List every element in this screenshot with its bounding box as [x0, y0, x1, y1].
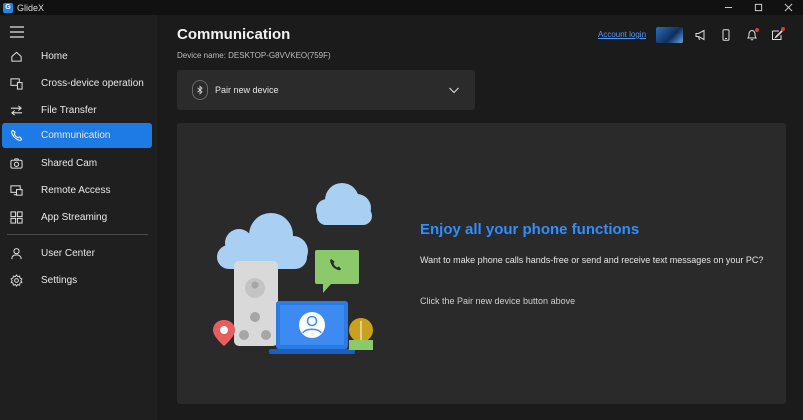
device-name: Device name: DESKTOP-G8VVKEO(759F) [177, 51, 331, 60]
mobile-device-icon[interactable] [719, 28, 733, 42]
pair-new-device-label: Pair new device [215, 85, 279, 95]
feedback-icon[interactable] [770, 27, 785, 42]
sidebar-item-label: User Center [41, 248, 95, 259]
announcement-icon[interactable] [694, 28, 708, 42]
user-icon [9, 247, 23, 261]
sidebar-item-label: Settings [41, 275, 78, 286]
maximize-button[interactable] [743, 0, 773, 15]
feature-heading: Enjoy all your phone functions [420, 221, 640, 238]
sidebar-item-label: Shared Cam [41, 158, 98, 169]
pair-new-device-dropdown[interactable]: Pair new device [177, 70, 475, 110]
close-button[interactable] [773, 0, 803, 15]
promo-banner-thumbnail[interactable] [656, 27, 683, 43]
title-bar: G GlideX [0, 0, 803, 15]
sidebar-item-cross-device-operation[interactable]: Cross-device operation [2, 71, 152, 96]
sidebar-item-communication[interactable]: Communication [2, 123, 152, 148]
app-streaming-icon [9, 211, 23, 225]
phone-connection-illustration [213, 183, 373, 354]
account-login-link[interactable]: Account login [598, 30, 646, 39]
sidebar-item-home[interactable]: Home [2, 44, 152, 69]
sidebar-item-app-streaming[interactable]: App Streaming [2, 205, 152, 230]
glidex-logo-icon: G [3, 2, 13, 13]
remote-access-icon [9, 184, 23, 198]
sidebar-divider [7, 234, 148, 235]
sidebar-item-settings[interactable]: Settings [2, 268, 152, 293]
gear-icon [9, 274, 23, 288]
camera-icon [9, 157, 23, 171]
cross-device-icon [9, 77, 23, 91]
feedback-badge [781, 27, 785, 31]
phone-icon [9, 129, 23, 143]
hamburger-menu-icon[interactable] [10, 25, 24, 38]
bluetooth-icon [192, 80, 208, 100]
chevron-down-icon [449, 87, 459, 94]
pair-hint-text: Click the Pair new device button above [420, 296, 576, 306]
notification-badge [755, 28, 759, 32]
app-title: GlideX [17, 2, 45, 13]
sidebar-item-label: App Streaming [41, 212, 108, 223]
sidebar-item-label: Remote Access [41, 185, 111, 196]
notification-bell-icon[interactable] [745, 28, 759, 42]
window-controls [713, 0, 803, 15]
sidebar-item-label: Home [41, 51, 68, 62]
main-content-panel: Enjoy all your phone functions Want to m… [177, 123, 786, 404]
sidebar-item-remote-access[interactable]: Remote Access [2, 178, 152, 203]
sidebar-item-file-transfer[interactable]: File Transfer [2, 98, 152, 123]
minimize-button[interactable] [713, 0, 743, 15]
sidebar: Home Cross-device operation File Transfe… [0, 15, 157, 420]
sidebar-item-label: File Transfer [41, 105, 97, 116]
feature-description: Want to make phone calls hands-free or s… [420, 255, 764, 265]
sidebar-item-user-center[interactable]: User Center [2, 241, 152, 266]
sidebar-item-shared-cam[interactable]: Shared Cam [2, 151, 152, 176]
home-icon [9, 50, 23, 64]
file-transfer-icon [9, 104, 23, 118]
page-title: Communication [177, 26, 291, 43]
sidebar-item-label: Cross-device operation [41, 78, 144, 89]
sidebar-item-label: Communication [41, 130, 111, 141]
